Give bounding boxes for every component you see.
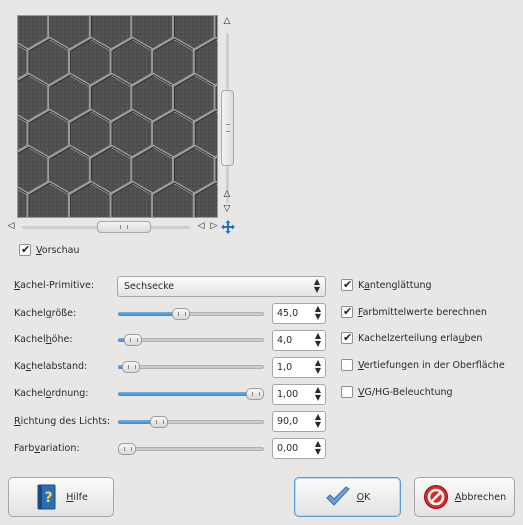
scroll-left-right-icon[interactable]: ◁ [194, 222, 208, 231]
tile-neatness-label: Kachelordnung: [14, 388, 89, 399]
surface-pitting-label: Vertiefungen in der Oberfläche [358, 359, 505, 371]
slider-handle[interactable] [171, 308, 190, 320]
fg-bg-lighting-label: VG/HG-Beleuchtung [358, 386, 453, 398]
tile-size-spin[interactable]: 45,0 ▲ ▼ [272, 303, 326, 324]
color-variation-spin[interactable]: 0,00 ▲ ▼ [272, 438, 326, 459]
tile-height-spin[interactable]: 4,0 ▲ ▼ [272, 330, 326, 351]
help-button[interactable]: ? Hilfe [8, 477, 114, 517]
tile-neatness-value: 1,00 [277, 389, 299, 400]
spin-chevron-icon[interactable]: ▲ ▼ [315, 305, 321, 321]
cancel-button[interactable]: Abbrechen [414, 477, 515, 517]
preview-horizontal-scrollbar[interactable]: ◁ ◁ ▷ [4, 220, 234, 234]
scroll-left-icon[interactable]: ◁ [4, 222, 18, 231]
tile-size-value: 45,0 [277, 308, 299, 319]
tile-splitting-label: Kachelzerteilung erlauben [358, 332, 483, 344]
scroll-up-icon[interactable]: △ [220, 17, 234, 26]
option-fg-bg-lighting[interactable]: VG/HG-Beleuchtung [341, 385, 453, 399]
preview-image [17, 15, 218, 218]
preview-vertical-scrollbar[interactable]: △ △ ▽ [220, 15, 234, 218]
ok-button[interactable]: OK [294, 477, 401, 517]
color-averaging-label: Farbmittelwerte berechnen [358, 306, 487, 318]
spin-chevron-icon[interactable]: ▲ ▼ [315, 413, 321, 429]
checkmark-icon [325, 484, 351, 510]
vertical-scroll-thumb[interactable] [221, 90, 234, 166]
fg-bg-lighting-checkbox[interactable] [341, 386, 353, 398]
tile-height-slider[interactable] [118, 334, 264, 346]
tile-spacing-label: Kachelabstand: [14, 361, 88, 372]
light-direction-slider[interactable] [118, 416, 264, 428]
tile-spacing-spin[interactable]: 1,0 ▲ ▼ [272, 357, 326, 378]
navigate-move-icon[interactable] [221, 220, 235, 234]
preview-checkbox-label: Vorschau [36, 244, 80, 256]
tile-neatness-slider[interactable] [118, 388, 264, 400]
light-direction-spin[interactable]: 90,0 ▲ ▼ [272, 411, 326, 432]
tile-spacing-slider[interactable] [118, 361, 264, 373]
slider-handle[interactable] [150, 416, 168, 428]
antialiasing-label: Kantenglättung [358, 279, 432, 291]
option-tile-splitting[interactable]: Kachelzerteilung erlauben [341, 331, 482, 345]
spin-chevron-icon[interactable]: ▲ ▼ [315, 332, 321, 348]
help-book-icon: ? [34, 484, 60, 510]
slider-handle[interactable] [118, 443, 136, 455]
antialiasing-checkbox[interactable] [341, 278, 353, 291]
ok-button-label: OK [356, 491, 371, 503]
svg-text:?: ? [45, 490, 53, 506]
cancel-button-label: Abbrechen [454, 491, 507, 503]
tile-height-label: Kachelhöhe: [14, 334, 73, 345]
tile-height-value: 4,0 [277, 335, 293, 346]
spin-chevron-icon[interactable]: ▲ ▼ [315, 386, 321, 402]
light-direction-value: 90,0 [277, 416, 299, 427]
light-direction-label: Richtung des Lichts: [14, 416, 111, 427]
tile-spacing-value: 1,0 [277, 362, 293, 373]
tile-size-label: Kachelgröße: [14, 308, 77, 319]
preview-toggle[interactable]: Vorschau [19, 243, 80, 257]
option-surface-pitting[interactable]: Vertiefungen in der Oberfläche [341, 358, 505, 372]
cancel-icon [423, 484, 449, 510]
spin-chevron-icon[interactable]: ▲ ▼ [315, 440, 321, 456]
spin-chevron-icon[interactable]: ▲ ▼ [315, 359, 321, 375]
scroll-up-lower-icon[interactable]: △ [220, 190, 234, 199]
option-color-averaging[interactable]: Farbmittelwerte berechnen [341, 305, 487, 319]
tile-neatness-spin[interactable]: 1,00 ▲ ▼ [272, 384, 326, 405]
hexagon-tile-preview [18, 16, 217, 217]
slider-handle[interactable] [121, 361, 140, 373]
slider-handle[interactable] [246, 388, 264, 400]
color-variation-label: Farbvariation: [14, 443, 80, 454]
slider-handle[interactable] [124, 334, 143, 346]
primitive-select[interactable]: Sechsecke ▲ ▼ [117, 276, 326, 297]
color-variation-value: 0,00 [277, 443, 299, 454]
preview-checkbox[interactable] [19, 243, 31, 256]
scroll-right-icon[interactable]: ▷ [207, 222, 221, 231]
horizontal-scroll-thumb[interactable] [97, 221, 151, 233]
scroll-down-icon[interactable]: ▽ [220, 205, 234, 214]
color-averaging-checkbox[interactable] [341, 305, 353, 318]
help-button-label: Hilfe [66, 491, 88, 503]
updown-chevron-icon: ▲ ▼ [313, 277, 320, 294]
color-variation-slider[interactable] [118, 443, 264, 455]
surface-pitting-checkbox[interactable] [341, 359, 353, 371]
primitive-select-value: Sechsecke [124, 281, 175, 292]
tile-splitting-checkbox[interactable] [341, 331, 353, 344]
tile-size-slider[interactable] [118, 308, 264, 320]
option-antialiasing[interactable]: Kantenglättung [341, 278, 432, 292]
primitive-label: Kachel-Primitive: [14, 280, 95, 291]
